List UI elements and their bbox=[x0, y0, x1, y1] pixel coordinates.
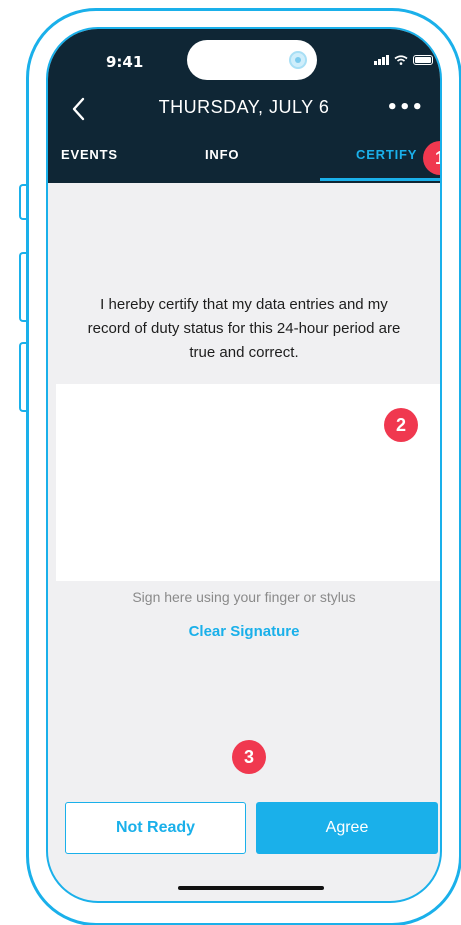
clear-signature-button[interactable]: Clear Signature bbox=[48, 623, 440, 640]
more-options-icon[interactable]: ••• bbox=[386, 97, 424, 118]
app-header: 9:41 THURSDAY, JULY 6 ••• EVENTS INFO CE… bbox=[48, 29, 440, 183]
battery-icon bbox=[413, 55, 433, 65]
callout-badge-3: 3 bbox=[232, 740, 266, 774]
callout-badge-2: 2 bbox=[384, 408, 418, 442]
home-indicator[interactable] bbox=[178, 886, 324, 890]
tab-info[interactable]: INFO bbox=[205, 147, 239, 162]
page-title: THURSDAY, JULY 6 bbox=[158, 97, 330, 117]
not-ready-button[interactable]: Not Ready bbox=[65, 802, 246, 854]
signal-icon bbox=[374, 55, 389, 65]
agree-button[interactable]: Agree bbox=[256, 802, 438, 854]
status-time: 9:41 bbox=[106, 53, 144, 71]
dynamic-island bbox=[187, 40, 317, 80]
active-tab-indicator bbox=[320, 178, 440, 181]
tab-events[interactable]: EVENTS bbox=[61, 147, 118, 162]
status-icons bbox=[374, 55, 433, 65]
wifi-icon bbox=[394, 55, 408, 65]
camera-icon bbox=[289, 51, 307, 69]
tab-bar: EVENTS INFO CERTIFY bbox=[48, 133, 440, 181]
signature-pad[interactable] bbox=[56, 384, 440, 581]
tab-certify[interactable]: CERTIFY bbox=[356, 147, 417, 162]
phone-screen: 9:41 THURSDAY, JULY 6 ••• EVENTS INFO CE… bbox=[46, 27, 442, 903]
nav-bar: THURSDAY, JULY 6 ••• bbox=[48, 89, 440, 129]
signature-hint: Sign here using your finger or stylus bbox=[132, 589, 356, 605]
certification-statement: I hereby certify that my data entries an… bbox=[87, 296, 401, 361]
